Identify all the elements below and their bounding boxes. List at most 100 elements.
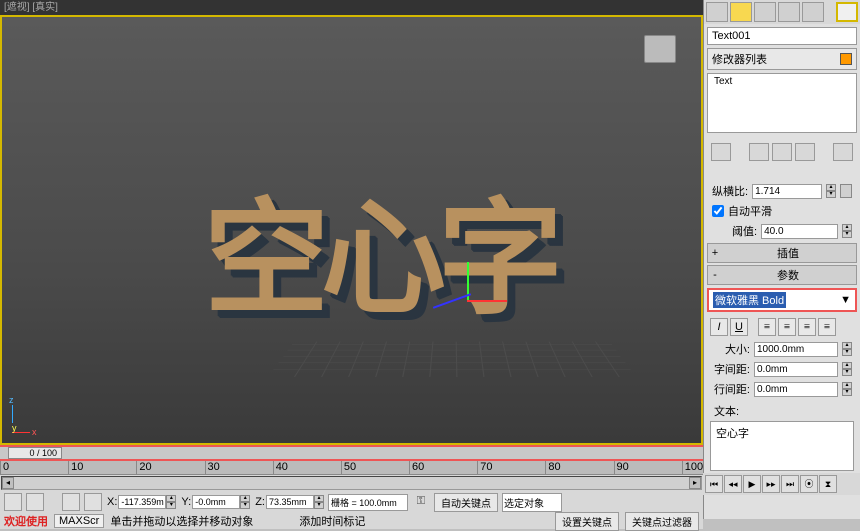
isolate-icon[interactable]	[62, 493, 80, 511]
tick: 60	[409, 461, 477, 474]
tick: 70	[477, 461, 545, 474]
coord-y-field: Y:-0.0mm▴▾	[180, 495, 250, 509]
size-input[interactable]: 1000.0mm	[754, 342, 838, 357]
stack-item-text[interactable]: Text	[708, 74, 856, 89]
dropdown-arrow-icon[interactable]	[840, 53, 852, 65]
gizmo-z-axis[interactable]	[433, 293, 471, 309]
kerning-row: 字间距: 0.0mm ▴▾	[704, 359, 860, 379]
tick: 90	[614, 461, 682, 474]
viewport[interactable]: 空心字 z x y	[0, 15, 703, 445]
size-spinner[interactable]: ▴▾	[842, 342, 852, 356]
aspect-input[interactable]: 1.714	[752, 184, 822, 199]
modify-tab-icon[interactable]	[730, 2, 752, 22]
aspect-label: 纵横比:	[712, 183, 748, 199]
leading-spinner[interactable]: ▴▾	[842, 382, 852, 396]
align-left-button[interactable]: ≡	[758, 318, 776, 336]
tick: 20	[136, 461, 204, 474]
scroll-right-icon[interactable]: ▸	[689, 477, 701, 489]
leading-label: 行间距:	[712, 381, 750, 397]
time-ruler[interactable]: 0 10 20 30 40 50 60 70 80 90 100	[0, 461, 703, 475]
gizmo-x-axis[interactable]	[467, 300, 507, 302]
scroll-left-icon[interactable]: ◂	[2, 477, 14, 489]
show-end-result-icon[interactable]	[749, 143, 769, 161]
play-icon[interactable]: ▶	[743, 475, 761, 493]
align-justify-button[interactable]: ≡	[818, 318, 836, 336]
size-row: 大小: 1000.0mm ▴▾	[704, 339, 860, 359]
auto-key-button[interactable]: 自动关键点	[434, 493, 498, 512]
transform-gizmo[interactable]	[432, 257, 512, 337]
viewport-title: [遮视] [真实]	[0, 0, 703, 15]
leading-input[interactable]: 0.0mm	[754, 382, 838, 397]
coordinate-bar: X:-117.359m▴▾ Y:-0.0mm▴▾ Z:73.35mm▴▾ 栅格 …	[0, 491, 703, 513]
kerning-spinner[interactable]: ▴▾	[842, 362, 852, 376]
kerning-input[interactable]: 0.0mm	[754, 362, 838, 377]
coord-z-input[interactable]: 73.35mm	[266, 495, 314, 509]
make-unique-icon[interactable]	[772, 143, 792, 161]
chevron-down-icon[interactable]: ▼	[840, 294, 851, 306]
pin-stack-icon[interactable]	[711, 143, 731, 161]
text-label: 文本:	[704, 399, 860, 419]
maxscript-listener[interactable]: MAXScr	[54, 514, 104, 528]
grid	[268, 342, 636, 377]
timeline-scrollbar[interactable]: ◂ ▸	[1, 476, 702, 490]
y-spinner[interactable]: ▴▾	[240, 495, 250, 509]
timeline-area: 0 / 100 0 10 20 30 40 50 60 70 80 90 100…	[0, 445, 703, 519]
key-filter-button[interactable]: 关键点过滤器	[625, 512, 699, 531]
text-input[interactable]: 空心字	[710, 421, 854, 471]
remove-modifier-icon[interactable]	[795, 143, 815, 161]
stack-toolbar	[707, 137, 857, 167]
set-key-button[interactable]: 设置关键点	[555, 512, 619, 531]
leading-row: 行间距: 0.0mm ▴▾	[704, 379, 860, 399]
time-tag-label[interactable]: 添加时间标记	[299, 513, 365, 529]
tick: 10	[68, 461, 136, 474]
rollout-interp[interactable]: +插值	[707, 243, 857, 263]
coord-z-field: Z:73.35mm▴▾	[254, 495, 324, 509]
coord-y-input[interactable]: -0.0mm	[192, 495, 240, 509]
tick: 80	[545, 461, 613, 474]
hierarchy-tab-icon[interactable]	[754, 2, 776, 22]
rollout-params[interactable]: -参数	[707, 265, 857, 285]
utilities-tab-icon[interactable]	[836, 2, 858, 22]
prev-frame-icon[interactable]: ◂◂	[724, 475, 742, 493]
object-name-field[interactable]: Text001	[707, 27, 857, 45]
x-spinner[interactable]: ▴▾	[166, 495, 176, 509]
modifier-list-dropdown[interactable]: 修改器列表	[707, 48, 857, 70]
selection-lock-icon[interactable]	[84, 493, 102, 511]
key-filters-dropdown[interactable]: 选定对象	[502, 493, 562, 512]
threshold-input[interactable]: 40.0	[761, 224, 838, 239]
goto-start-icon[interactable]: ⏮	[705, 475, 723, 493]
aspect-spinner[interactable]: ▴▾	[826, 184, 836, 198]
viewcube-icon[interactable]	[644, 35, 676, 63]
align-right-button[interactable]: ≡	[798, 318, 816, 336]
kerning-label: 字间距:	[712, 361, 750, 377]
modifier-stack[interactable]: Text	[707, 73, 857, 133]
aspect-row: 纵横比: 1.714 ▴▾	[704, 181, 860, 201]
goto-end-icon[interactable]: ⏭	[781, 475, 799, 493]
next-frame-icon[interactable]: ▸▸	[762, 475, 780, 493]
tick: 0	[0, 461, 68, 474]
autosmooth-checkbox[interactable]	[712, 205, 724, 217]
time-config-icon[interactable]: ⧗	[819, 475, 837, 493]
aspect-lock-icon[interactable]	[840, 184, 852, 198]
autosmooth-label: 自动平滑	[728, 203, 772, 219]
z-spinner[interactable]: ▴▾	[314, 495, 324, 509]
display-tab-icon[interactable]	[802, 2, 824, 22]
create-tab-icon[interactable]	[706, 2, 728, 22]
underline-button[interactable]: U	[730, 318, 748, 336]
tick: 100	[682, 461, 703, 474]
lock-selection-icon[interactable]	[4, 493, 22, 511]
key-icon[interactable]: ⚿	[412, 493, 430, 511]
time-slider-handle[interactable]: 0 / 100	[8, 447, 62, 459]
coord-x-input[interactable]: -117.359m	[118, 495, 166, 509]
italic-button[interactable]: I	[710, 318, 728, 336]
motion-tab-icon[interactable]	[778, 2, 800, 22]
align-center-button[interactable]: ≡	[778, 318, 796, 336]
absolute-mode-icon[interactable]	[26, 493, 44, 511]
threshold-spinner[interactable]: ▴▾	[842, 224, 852, 238]
font-dropdown[interactable]: 微软雅黑 Bold ▼	[707, 288, 857, 312]
time-slider[interactable]: 0 / 100	[0, 445, 703, 461]
threshold-row: 阈值: 40.0 ▴▾	[704, 221, 860, 241]
key-mode-icon[interactable]: ⦿	[800, 475, 818, 493]
text3d-object[interactable]: 空心字	[157, 147, 602, 347]
configure-sets-icon[interactable]	[833, 143, 853, 161]
